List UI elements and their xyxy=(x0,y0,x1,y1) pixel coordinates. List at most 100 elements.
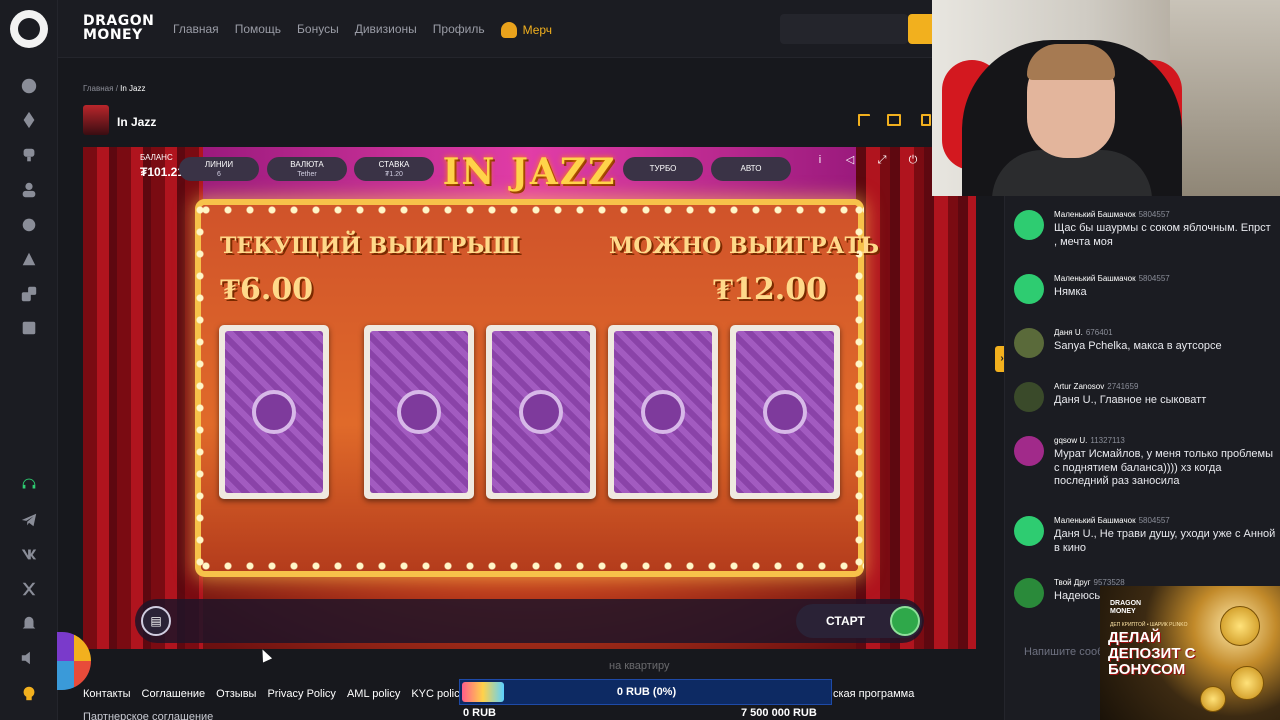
footer-kyc[interactable]: KYC policy xyxy=(411,688,465,700)
possible-win-value: ₮12.00 xyxy=(713,272,827,307)
user-icon[interactable] xyxy=(19,180,39,200)
power-icon[interactable]: ⏻ xyxy=(906,153,920,167)
info-icon[interactable]: i xyxy=(813,153,827,167)
wallet-button[interactable] xyxy=(908,14,932,44)
avatar[interactable] xyxy=(1014,578,1044,608)
start-label: СТАРТ xyxy=(826,614,865,628)
telegram-icon[interactable] xyxy=(19,510,39,530)
start-button[interactable]: СТАРТ xyxy=(796,604,922,638)
avatar[interactable] xyxy=(1014,382,1044,412)
nav-home[interactable]: Главная xyxy=(173,22,219,38)
chat-user-id: 5804557 xyxy=(1138,274,1170,283)
promo-headline: ДЕЛАЙ ДЕПОЗИТ С БОНУСОМ xyxy=(1108,629,1196,678)
current-win-label: ТЕКУЩИЙ ВЫИГРЫШ xyxy=(220,233,521,259)
footer-aml[interactable]: AML policy xyxy=(347,688,400,700)
promo-banner[interactable]: DRAGON MONEY ДЕП КРИПТОЙ • ШАРИК PLINKO … xyxy=(1100,586,1280,720)
chat-username[interactable]: Даня U. xyxy=(1054,328,1083,337)
x-twitter-icon[interactable] xyxy=(19,579,39,599)
nav-bonuses[interactable]: Бонусы xyxy=(297,22,339,38)
turbo-label: ТУРБО xyxy=(649,164,677,173)
chat-username[interactable]: Маленький Башмачок xyxy=(1054,516,1136,525)
smile-icon[interactable] xyxy=(19,76,39,96)
sound-icon[interactable]: ◁ xyxy=(843,153,857,167)
webcam-background xyxy=(1170,0,1280,196)
footer-contacts[interactable]: Контакты xyxy=(83,688,131,700)
bomb-icon[interactable] xyxy=(19,214,39,234)
footer-partner-program[interactable]: ская программа xyxy=(833,688,914,700)
chat-text: Нямка xyxy=(1054,286,1087,298)
bell-icon[interactable] xyxy=(19,614,39,634)
bet-label: СТАВКА xyxy=(378,160,410,169)
auto-toggle[interactable]: АВТО xyxy=(711,157,791,181)
nav-help[interactable]: Помощь xyxy=(235,22,281,38)
possible-win-label: МОЖНО ВЫИГРАТЬ xyxy=(609,233,879,259)
chip-stack-icon xyxy=(890,606,920,636)
game-frame[interactable]: IN JAZZ БАЛАНС ₮101.219 i ◁ ⤢ ⏻ ТЕКУЩИЙ … xyxy=(83,147,976,649)
dragon-logo-icon[interactable] xyxy=(10,10,48,48)
chat-text: Sanya Pchelka, макса в аутсорсе xyxy=(1054,340,1222,352)
avatar[interactable] xyxy=(1014,436,1044,466)
chat-text: Щас бы шаурмы с соком яблочным. Епрст , … xyxy=(1054,222,1271,248)
header-search-field[interactable] xyxy=(780,14,908,44)
theme-bulb-icon[interactable] xyxy=(19,683,39,703)
vk-icon[interactable] xyxy=(19,544,39,564)
breadcrumb-current: In Jazz xyxy=(120,84,146,93)
left-sidebar xyxy=(0,0,58,720)
history-clipboard-icon[interactable]: ▤ xyxy=(141,606,171,636)
chat-username[interactable]: Маленький Башмачок xyxy=(1054,274,1136,283)
breadcrumb-separator: / xyxy=(115,84,118,93)
avatar[interactable] xyxy=(1014,274,1044,304)
bet-selector[interactable]: СТАВКА ₮1.20 xyxy=(354,157,434,181)
theater-mode-icon[interactable] xyxy=(887,114,901,126)
volume-icon[interactable] xyxy=(19,648,39,668)
turbo-toggle[interactable]: ТУРБО xyxy=(623,157,703,181)
footer-links: Контакты Соглашение Отзывы Privacy Polic… xyxy=(83,688,465,700)
avatar[interactable] xyxy=(1014,210,1044,240)
card-2[interactable] xyxy=(364,325,474,499)
footer-privacy[interactable]: Privacy Policy xyxy=(267,688,335,700)
brand-line-2: MONEY xyxy=(83,27,143,43)
avatar[interactable] xyxy=(1014,328,1044,358)
nav-merch[interactable]: Мерч xyxy=(500,22,552,38)
mouse-cursor-icon xyxy=(257,647,273,663)
goal-min-value: 0 RUB xyxy=(463,707,497,719)
nav-profile[interactable]: Профиль xyxy=(433,22,485,38)
footer-agreement[interactable]: Соглашение xyxy=(142,688,206,700)
chat-text: Мурат Исмайлов, у меня только проблемы с… xyxy=(1054,448,1273,487)
chat-user-id: 11327113 xyxy=(1090,436,1125,445)
bet-value: ₮1.20 xyxy=(385,171,403,178)
slots-icon[interactable] xyxy=(19,318,39,338)
trophy-icon[interactable] xyxy=(19,145,39,165)
currency-selector[interactable]: ВАЛЮТА Tether xyxy=(267,157,347,181)
chat-user-id: 5804557 xyxy=(1138,210,1170,219)
breadcrumb-home[interactable]: Главная xyxy=(83,84,113,93)
fullscreen-icon[interactable] xyxy=(858,114,870,126)
donation-goal-bar: 0 RUB (0%) xyxy=(459,679,832,705)
chat-username[interactable]: gqsow U. xyxy=(1054,436,1087,445)
card-1[interactable] xyxy=(219,325,329,499)
card-3[interactable] xyxy=(486,325,596,499)
footer-partner-agreement[interactable]: Партнерское соглашение xyxy=(83,711,213,720)
nav-divisions[interactable]: Дивизионы xyxy=(355,22,417,38)
card-5[interactable] xyxy=(730,325,840,499)
footer-reviews[interactable]: Отзывы xyxy=(216,688,256,700)
dice-icon[interactable] xyxy=(19,284,39,304)
chat-username[interactable]: Твой Друг xyxy=(1054,578,1091,587)
crash-rocket-icon[interactable] xyxy=(19,249,39,269)
card-4[interactable] xyxy=(608,325,718,499)
bitcoin-coin-icon xyxy=(1230,666,1264,700)
brand-logo[interactable]: DRAGON MONEY xyxy=(83,14,154,42)
chat-username[interactable]: Artur Zanosov xyxy=(1054,382,1104,391)
avatar[interactable] xyxy=(1014,516,1044,546)
support-headset-icon[interactable] xyxy=(19,474,39,494)
expand-icon[interactable]: ⤢ xyxy=(875,153,889,167)
merch-icon xyxy=(500,22,517,38)
webcam-feed xyxy=(932,0,1280,196)
chat-username[interactable]: Маленький Башмачок xyxy=(1054,210,1136,219)
overlay-goal-text: на квартиру xyxy=(609,660,670,672)
lines-label: ЛИНИИ xyxy=(204,160,234,169)
rocket-icon[interactable] xyxy=(19,110,39,130)
window-mode-icon[interactable] xyxy=(921,114,931,126)
lines-value: 6 xyxy=(217,171,221,178)
lines-selector[interactable]: ЛИНИИ 6 xyxy=(179,157,259,181)
